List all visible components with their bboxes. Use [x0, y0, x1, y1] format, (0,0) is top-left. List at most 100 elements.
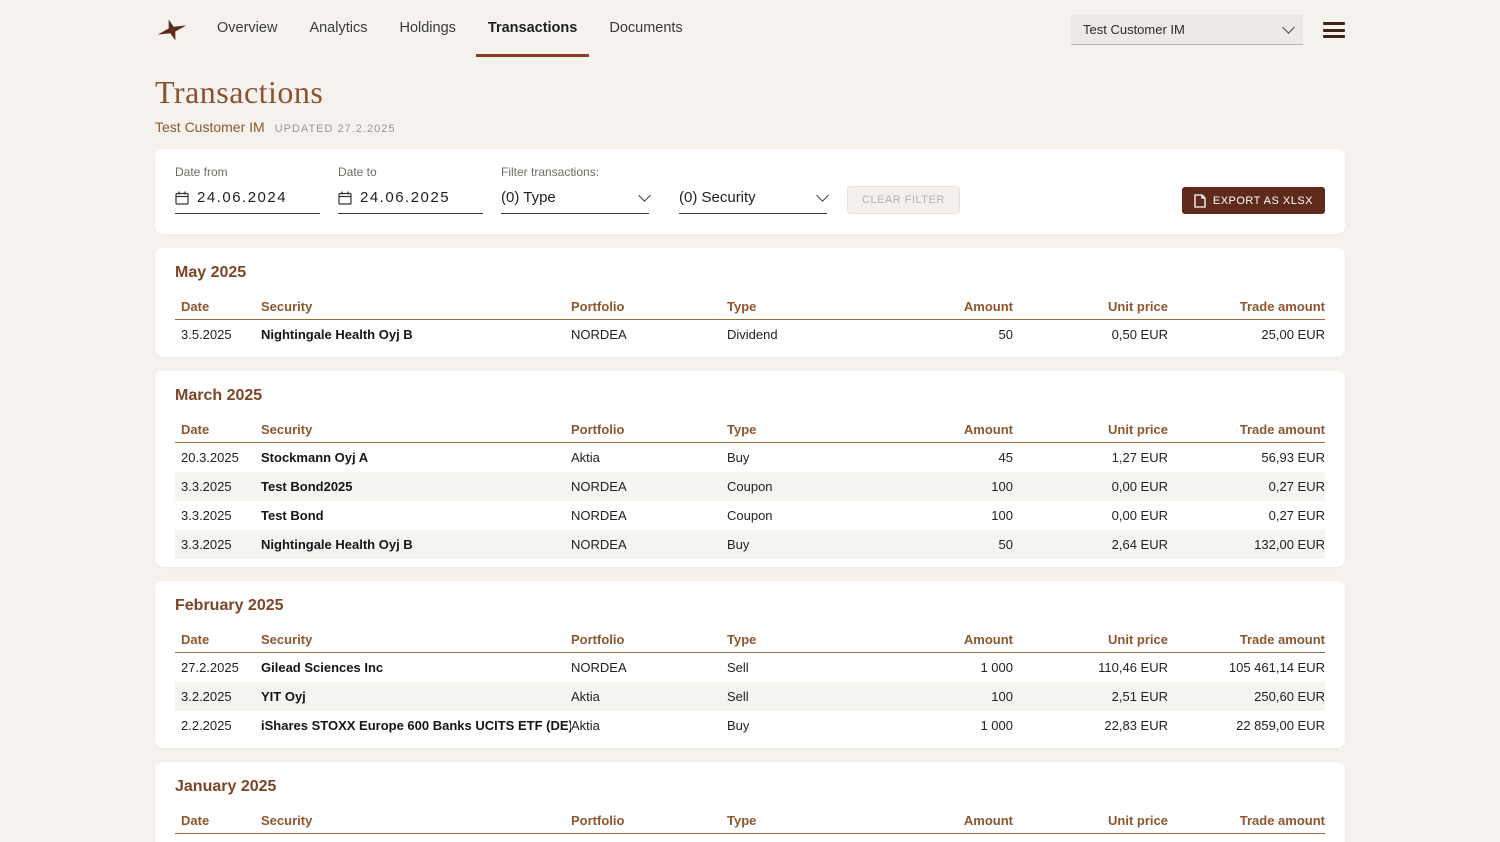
column-header-amount: Amount: [857, 299, 1013, 314]
cell-amount: 100: [857, 508, 1013, 523]
cell-security: iShares STOXX Europe 600 Banks UCITS ETF…: [261, 718, 571, 733]
clear-filter-button[interactable]: CLEAR FILTER: [847, 186, 960, 214]
cell-amount: 100: [857, 689, 1013, 704]
transaction-groups: May 2025 DateSecurityPortfolioTypeAmount…: [155, 248, 1345, 842]
chevron-down-icon: [638, 189, 651, 202]
cell-amount: 45: [857, 450, 1013, 465]
cell-unit_price: 0,50 EUR: [1013, 327, 1168, 342]
column-header-portfolio: Portfolio: [571, 422, 727, 437]
cell-trade_amount: 132,00 EUR: [1168, 537, 1325, 552]
column-header-trade_amount: Trade amount: [1168, 813, 1325, 828]
security-filter-select[interactable]: (0) Security: [679, 189, 827, 214]
export-xlsx-button[interactable]: EXPORT AS XLSX: [1182, 187, 1325, 214]
cell-type: Buy: [727, 718, 857, 733]
nav-item-holdings[interactable]: Holdings: [387, 0, 467, 57]
cell-type: Dividend: [727, 327, 857, 342]
cell-unit_price: 0,00 EUR: [1013, 479, 1168, 494]
table-row: 9.1.2025YIT OyjAktiaBuy1002,36 EUR236,00…: [175, 834, 1325, 842]
type-filter-select[interactable]: (0) Type: [501, 189, 649, 214]
date-to-value: 24.06.2025: [360, 189, 450, 206]
cell-date: 3.5.2025: [175, 327, 261, 342]
column-header-portfolio: Portfolio: [571, 813, 727, 828]
subtitle-customer: Test Customer IM: [155, 119, 265, 135]
column-header-date: Date: [175, 422, 261, 437]
table-row: 3.3.2025Nightingale Health Oyj BNORDEABu…: [175, 530, 1325, 559]
security-filter-value: (0) Security: [679, 189, 756, 206]
cell-type: Coupon: [727, 479, 857, 494]
column-header-security: Security: [261, 299, 571, 314]
cell-trade_amount: 0,27 EUR: [1168, 479, 1325, 494]
column-header-unit_price: Unit price: [1013, 813, 1168, 828]
brand-logo[interactable]: [155, 13, 189, 47]
customer-select-value: Test Customer IM: [1083, 22, 1185, 37]
cell-trade_amount: 0,27 EUR: [1168, 508, 1325, 523]
menu-icon[interactable]: [1323, 22, 1345, 38]
table-body: 9.1.2025YIT OyjAktiaBuy1002,36 EUR236,00…: [175, 834, 1325, 842]
table-header-row: DateSecurityPortfolioTypeAmountUnit pric…: [175, 627, 1325, 653]
column-header-trade_amount: Trade amount: [1168, 422, 1325, 437]
month-group: May 2025 DateSecurityPortfolioTypeAmount…: [155, 248, 1345, 357]
cell-unit_price: 22,83 EUR: [1013, 718, 1168, 733]
subtitle-updated: UPDATED 27.2.2025: [275, 123, 396, 135]
cell-trade_amount: 22 859,00 EUR: [1168, 718, 1325, 733]
table-row: 3.3.2025Test BondNORDEACoupon1000,00 EUR…: [175, 501, 1325, 530]
calendar-icon: [338, 191, 352, 205]
page-subtitle: Test Customer IM UPDATED 27.2.2025: [155, 119, 1345, 135]
cell-security: Stockmann Oyj A: [261, 450, 571, 465]
table-body: 20.3.2025Stockmann Oyj AAktiaBuy451,27 E…: [175, 443, 1325, 559]
cell-amount: 1 000: [857, 660, 1013, 675]
cell-portfolio: NORDEA: [571, 537, 727, 552]
column-header-type: Type: [727, 632, 857, 647]
column-header-amount: Amount: [857, 813, 1013, 828]
cell-unit_price: 1,27 EUR: [1013, 450, 1168, 465]
column-header-portfolio: Portfolio: [571, 632, 727, 647]
cell-date: 3.3.2025: [175, 537, 261, 552]
column-header-type: Type: [727, 422, 857, 437]
column-header-trade_amount: Trade amount: [1168, 632, 1325, 647]
filter-bar: Date from 24.06.2024 Date to: [155, 149, 1345, 234]
table-row: 27.2.2025Gilead Sciences IncNORDEASell1 …: [175, 653, 1325, 682]
nav-item-transactions[interactable]: Transactions: [476, 0, 589, 57]
filter-transactions-label: Filter transactions:: [501, 165, 661, 179]
table-row: 2.2.2025iShares STOXX Europe 600 Banks U…: [175, 711, 1325, 740]
cell-portfolio: NORDEA: [571, 327, 727, 342]
cell-type: Sell: [727, 660, 857, 675]
cell-type: Coupon: [727, 508, 857, 523]
table-row: 3.3.2025Test Bond2025NORDEACoupon1000,00…: [175, 472, 1325, 501]
date-from-label: Date from: [175, 165, 320, 179]
customer-select[interactable]: Test Customer IM: [1071, 15, 1303, 45]
cell-security: Nightingale Health Oyj B: [261, 327, 571, 342]
month-group: March 2025 DateSecurityPortfolioTypeAmou…: [155, 371, 1345, 567]
nav-item-overview[interactable]: Overview: [205, 0, 289, 57]
column-header-type: Type: [727, 299, 857, 314]
month-title: February 2025: [175, 597, 1325, 615]
nav-item-analytics[interactable]: Analytics: [297, 0, 379, 57]
column-header-date: Date: [175, 632, 261, 647]
table-header-row: DateSecurityPortfolioTypeAmountUnit pric…: [175, 417, 1325, 443]
table-header-row: DateSecurityPortfolioTypeAmountUnit pric…: [175, 808, 1325, 834]
table-body: 27.2.2025Gilead Sciences IncNORDEASell1 …: [175, 653, 1325, 740]
cell-date: 3.3.2025: [175, 508, 261, 523]
column-header-unit_price: Unit price: [1013, 632, 1168, 647]
nav-item-documents[interactable]: Documents: [597, 0, 694, 57]
date-to-label: Date to: [338, 165, 483, 179]
calendar-icon: [175, 191, 189, 205]
nav-links: Overview Analytics Holdings Transactions…: [205, 0, 695, 60]
date-to-input[interactable]: 24.06.2025: [338, 189, 483, 214]
export-xlsx-label: EXPORT AS XLSX: [1213, 195, 1313, 207]
date-from-input[interactable]: 24.06.2024: [175, 189, 320, 214]
chevron-down-icon: [1282, 21, 1295, 34]
cell-unit_price: 2,64 EUR: [1013, 537, 1168, 552]
cell-type: Buy: [727, 450, 857, 465]
cell-date: 27.2.2025: [175, 660, 261, 675]
column-header-amount: Amount: [857, 422, 1013, 437]
cell-trade_amount: 105 461,14 EUR: [1168, 660, 1325, 675]
column-header-type: Type: [727, 813, 857, 828]
table-row: 3.2.2025YIT OyjAktiaSell1002,51 EUR250,6…: [175, 682, 1325, 711]
cell-security: Test Bond2025: [261, 479, 571, 494]
cell-unit_price: 2,51 EUR: [1013, 689, 1168, 704]
cell-security: Gilead Sciences Inc: [261, 660, 571, 675]
cell-security: YIT Oyj: [261, 689, 571, 704]
chevron-down-icon: [816, 189, 829, 202]
cell-trade_amount: 250,60 EUR: [1168, 689, 1325, 704]
